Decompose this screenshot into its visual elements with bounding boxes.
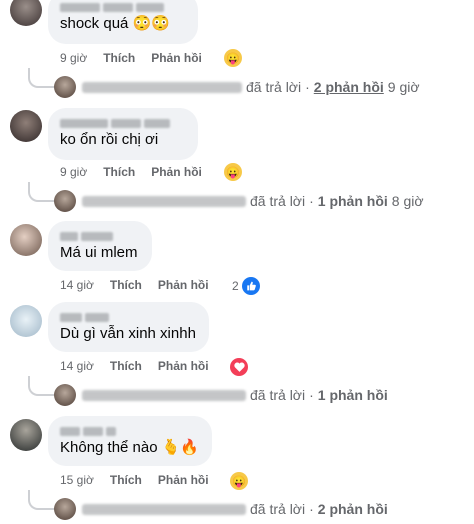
reply-count[interactable]: 1 phản hồi xyxy=(318,193,388,209)
avatar[interactable] xyxy=(10,110,42,142)
heart-icon[interactable] xyxy=(230,358,248,376)
reply-verb: đã trả lời xyxy=(246,79,302,95)
comment-bubble: Dù gì vẫn xinh xinhh xyxy=(48,302,209,352)
author-name[interactable] xyxy=(60,229,140,243)
like-button[interactable]: Thích xyxy=(103,51,135,65)
reaction-number: 2 xyxy=(232,279,239,293)
comment-text: Má ui mlem xyxy=(60,244,138,261)
comment-time[interactable]: 15 giờ xyxy=(60,473,94,487)
reply-button[interactable]: Phản hồi xyxy=(158,278,209,292)
like-button[interactable]: Thích xyxy=(110,278,142,292)
reply-thread-line xyxy=(28,490,56,510)
comment-bubble: ko ổn rồi chị ơi xyxy=(48,108,198,160)
reaction-count[interactable]: 2 xyxy=(232,277,260,295)
reply-time: 9 giờ xyxy=(387,79,420,95)
avatar[interactable] xyxy=(10,224,42,256)
comment-bubble: shock quá 😳😳 xyxy=(48,0,198,44)
author-name[interactable] xyxy=(60,116,186,130)
reply-summary[interactable]: đã trả lời · 2 phản hồi xyxy=(54,498,388,520)
comment-text: Không thể nào 🫰🔥 xyxy=(60,439,200,456)
reply-time: 8 giờ xyxy=(391,193,424,209)
reply-count[interactable]: 2 phản hồi xyxy=(314,79,384,95)
avatar xyxy=(54,384,76,406)
like-button[interactable]: Thích xyxy=(103,165,135,179)
haha-icon[interactable]: 😛 xyxy=(224,163,242,181)
like-icon xyxy=(241,277,260,295)
reply-summary[interactable]: đã trả lời · 1 phản hồi 8 giờ xyxy=(54,190,424,212)
like-button[interactable]: Thích xyxy=(110,359,142,373)
comment-actions: 9 giờ Thích Phản hồi xyxy=(60,51,202,65)
reply-verb: đã trả lời xyxy=(250,193,306,209)
reply-thread-line xyxy=(28,68,56,88)
reply-button[interactable]: Phản hồi xyxy=(151,165,202,179)
comment-text: shock quá 😳😳 xyxy=(60,15,170,32)
avatar xyxy=(54,190,76,212)
avatar[interactable] xyxy=(10,0,42,26)
reply-button[interactable]: Phản hồi xyxy=(158,359,209,373)
avatar xyxy=(54,76,76,98)
comment-actions: 14 giờ Thích Phản hồi xyxy=(60,278,209,292)
reply-summary[interactable]: đã trả lời · 1 phản hồi xyxy=(54,384,388,406)
reply-button[interactable]: Phản hồi xyxy=(158,473,209,487)
reply-thread-line xyxy=(28,182,56,202)
separator: · xyxy=(309,387,314,403)
author-name[interactable] xyxy=(60,424,200,438)
comment-text: Dù gì vẫn xinh xinhh xyxy=(60,325,196,342)
comment-actions: 9 giờ Thích Phản hồi xyxy=(60,165,202,179)
comment-bubble: Má ui mlem xyxy=(48,221,152,271)
reply-thread-line xyxy=(28,376,56,396)
comment-time[interactable]: 9 giờ xyxy=(60,51,87,65)
author-name[interactable] xyxy=(60,310,197,324)
separator: · xyxy=(305,79,310,95)
comment-bubble: Không thể nào 🫰🔥 xyxy=(48,416,212,466)
reply-verb: đã trả lời xyxy=(250,387,306,403)
avatar xyxy=(54,498,76,520)
comment-time[interactable]: 14 giờ xyxy=(60,359,94,373)
avatar[interactable] xyxy=(10,305,42,337)
like-button[interactable]: Thích xyxy=(110,473,142,487)
avatar[interactable] xyxy=(10,419,42,451)
separator: · xyxy=(309,193,314,209)
haha-icon[interactable]: 😛 xyxy=(230,472,248,490)
comment-time[interactable]: 14 giờ xyxy=(60,278,94,292)
haha-icon[interactable]: 😛 xyxy=(224,49,242,67)
reply-button[interactable]: Phản hồi xyxy=(151,51,202,65)
reply-count[interactable]: 2 phản hồi xyxy=(318,501,388,517)
reply-count[interactable]: 1 phản hồi xyxy=(318,387,388,403)
comment-actions: 14 giờ Thích Phản hồi xyxy=(60,359,209,373)
separator: · xyxy=(309,501,314,517)
comment-time[interactable]: 9 giờ xyxy=(60,165,87,179)
comment-actions: 15 giờ Thích Phản hồi xyxy=(60,473,209,487)
reply-summary[interactable]: đã trả lời · 2 phản hồi 9 giờ xyxy=(54,76,420,98)
author-name[interactable] xyxy=(60,0,186,14)
comment-text: ko ổn rồi chị ơi xyxy=(60,131,159,148)
reply-verb: đã trả lời xyxy=(250,501,306,517)
